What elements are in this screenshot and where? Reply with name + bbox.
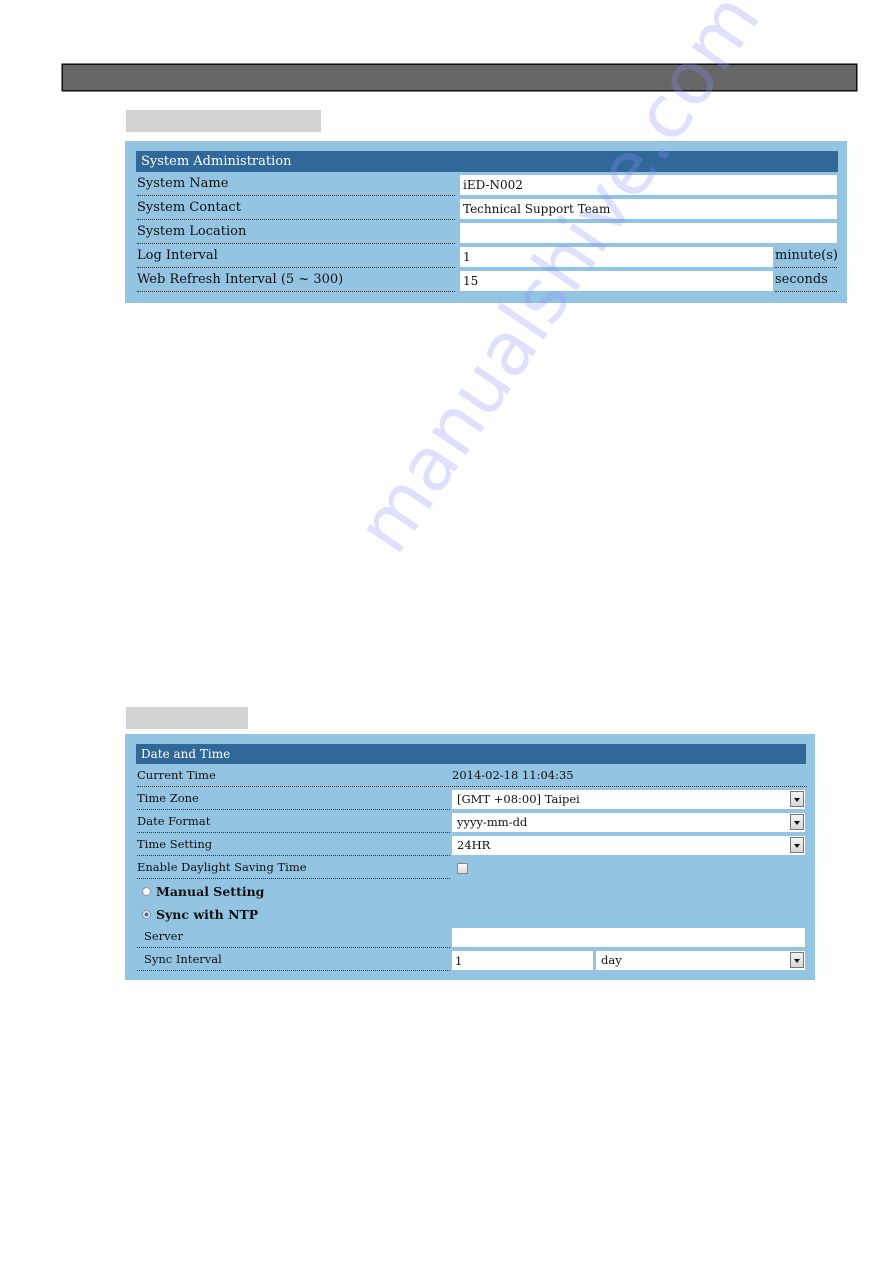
radio-checked-icon[interactable] xyxy=(142,910,151,919)
log-interval-label: Log Interval xyxy=(137,246,455,268)
time-setting-value: 24HR xyxy=(457,838,491,852)
daylight-saving-label: Enable Daylight Saving Time xyxy=(137,858,450,879)
panel-header: System Administration xyxy=(136,151,838,172)
sync-interval-label: Sync Interval xyxy=(137,950,450,971)
time-zone-select[interactable]: [GMT +08:00] Taipei xyxy=(452,790,805,809)
sync-ntp-option[interactable]: Sync with NTP xyxy=(142,905,258,925)
system-contact-label: System Contact xyxy=(137,198,455,220)
section-label-placeholder xyxy=(126,110,321,132)
chevron-down-icon[interactable] xyxy=(790,837,804,853)
time-setting-select[interactable]: 24HR xyxy=(452,836,805,855)
web-refresh-interval-input[interactable] xyxy=(460,271,773,291)
time-zone-label: Time Zone xyxy=(137,789,450,810)
sync-interval-unit-value: day xyxy=(601,953,622,967)
system-administration-panel: System Administration System Name System… xyxy=(125,141,847,303)
server-label: Server xyxy=(137,927,450,948)
section-label-placeholder-2 xyxy=(126,707,248,729)
chevron-down-icon[interactable] xyxy=(790,952,804,968)
web-refresh-interval-label: Web Refresh Interval (5 ~ 300) xyxy=(137,270,455,292)
date-format-value: yyyy-mm-dd xyxy=(457,815,528,829)
time-zone-value: [GMT +08:00] Taipei xyxy=(457,792,580,806)
time-setting-label: Time Setting xyxy=(137,835,450,856)
log-interval-input[interactable] xyxy=(460,247,773,267)
ntp-server-input[interactable] xyxy=(452,928,805,947)
manual-setting-label: Manual Setting xyxy=(156,884,265,899)
daylight-saving-checkbox[interactable] xyxy=(457,863,468,874)
radio-unchecked-icon[interactable] xyxy=(142,887,151,896)
log-interval-unit: minute(s) xyxy=(775,246,838,268)
chevron-down-icon[interactable] xyxy=(790,814,804,830)
system-location-label: System Location xyxy=(137,222,455,244)
date-format-label: Date Format xyxy=(137,812,450,833)
date-and-time-panel: Date and Time Current Time 2014-02-18 11… xyxy=(125,734,815,980)
system-contact-input[interactable] xyxy=(460,199,837,219)
system-name-input[interactable] xyxy=(460,175,837,195)
sync-interval-input[interactable] xyxy=(452,951,593,970)
manual-setting-option[interactable]: Manual Setting xyxy=(142,882,264,902)
chevron-down-icon[interactable] xyxy=(790,791,804,807)
sync-ntp-label: Sync with NTP xyxy=(156,907,259,922)
panel-header: Date and Time xyxy=(136,744,806,764)
web-refresh-interval-unit: seconds xyxy=(775,270,837,292)
date-format-select[interactable]: yyyy-mm-dd xyxy=(452,813,805,832)
sync-interval-unit-select[interactable]: day xyxy=(596,951,805,970)
current-time-value: 2014-02-18 11:04:35 xyxy=(452,768,574,782)
system-name-label: System Name xyxy=(137,174,455,196)
top-title-bar xyxy=(62,64,857,91)
system-location-input[interactable] xyxy=(460,223,837,243)
